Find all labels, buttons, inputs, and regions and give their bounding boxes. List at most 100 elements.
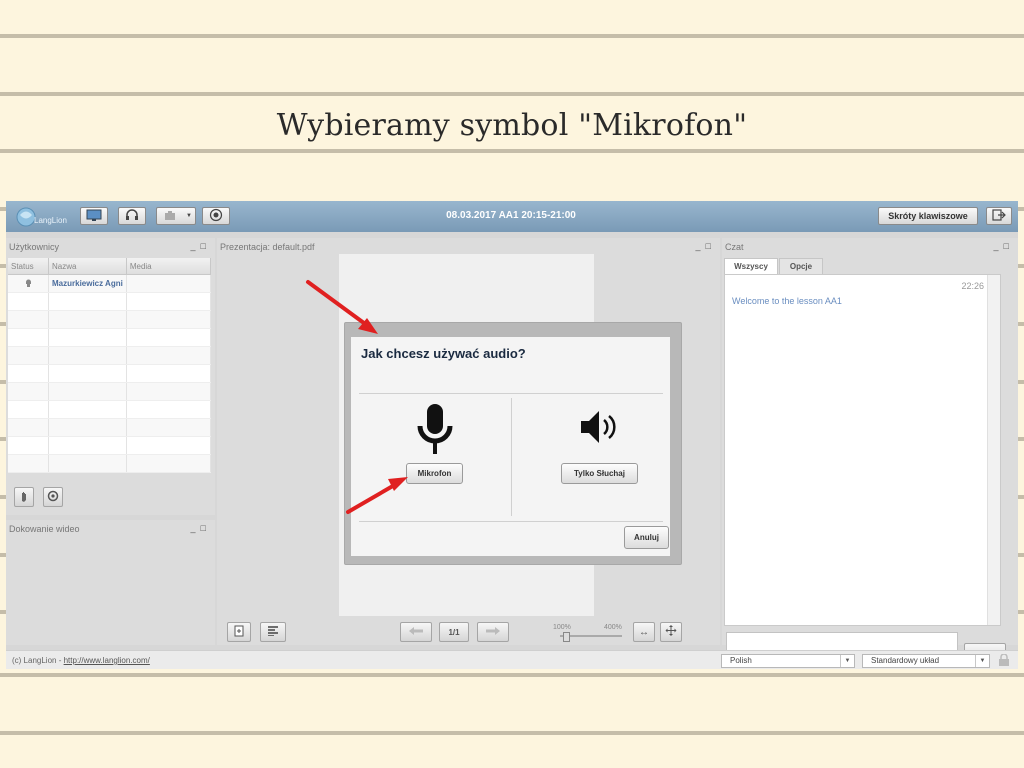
app-window: LangLion ▼ 08.03.2017 AA1 20:15-21:00 Sk…	[6, 201, 1018, 669]
audio-dialog: Jak chcesz używać audio? Mikrofon Tylko …	[344, 322, 682, 565]
prev-page-button[interactable]	[400, 622, 432, 642]
user-name: Mazurkiewicz Agni	[48, 274, 127, 293]
microphone-icon	[415, 402, 455, 458]
gear-icon	[47, 490, 59, 504]
divider	[511, 398, 512, 516]
table-row	[8, 292, 212, 311]
users-table-header: Status Nazwa Media	[8, 258, 212, 275]
slide-title: Wybieramy symbol "Mikrofon"	[276, 108, 748, 143]
webcam-dropdown-button[interactable]: ▼	[156, 207, 196, 225]
page-indicator: 1/1	[439, 622, 469, 642]
panel-window-controls[interactable]: _□	[696, 241, 716, 251]
user-status-icon	[24, 279, 33, 289]
copyright-text: (c) LangLion - http://www.langlion.com/	[12, 656, 150, 665]
monitor-icon	[86, 209, 102, 223]
panel-window-controls[interactable]: _□	[191, 241, 211, 251]
video-dock-panel: Dokowanie wideo _□	[6, 520, 215, 645]
record-icon	[209, 208, 223, 224]
copyright-label: (c) LangLion -	[12, 656, 64, 665]
chevron-down-icon: ▼	[975, 655, 989, 667]
pan-button[interactable]	[660, 622, 682, 642]
chat-scrollbar[interactable]	[987, 275, 1000, 625]
panel-window-controls[interactable]: _□	[994, 241, 1014, 251]
page-list-button[interactable]	[260, 622, 286, 642]
fit-width-button[interactable]: ↔	[633, 622, 655, 642]
record-button[interactable]	[202, 207, 230, 225]
notebook-line	[0, 34, 1024, 38]
chat-message: Welcome to the lesson AA1	[732, 296, 842, 306]
table-row	[8, 418, 212, 437]
speaker-icon	[579, 407, 619, 449]
chat-messages: 22:26 Welcome to the lesson AA1	[724, 274, 1001, 626]
table-row	[8, 310, 212, 329]
chevron-down-icon: ▼	[186, 213, 192, 219]
website-link[interactable]: http://www.langlion.com/	[64, 656, 150, 665]
microphone-button[interactable]: Mikrofon	[406, 463, 463, 484]
users-panel-title: Użytkownicy	[9, 242, 60, 252]
chat-header: Czat _□	[722, 238, 1018, 256]
table-row	[8, 436, 212, 455]
divider	[359, 393, 663, 394]
audio-dialog-body: Jak chcesz używać audio? Mikrofon Tylko …	[351, 337, 670, 556]
column-header-name[interactable]: Nazwa	[48, 258, 127, 275]
move-icon	[665, 625, 677, 639]
notebook-line	[0, 731, 1024, 735]
table-row	[8, 454, 212, 473]
notebook-line	[0, 673, 1024, 677]
camera-icon	[163, 209, 177, 223]
headset-button[interactable]	[118, 207, 146, 225]
layout-value: Standardowy układ	[871, 656, 940, 665]
arrow-left-icon	[408, 626, 424, 638]
column-header-status[interactable]: Status	[8, 258, 49, 275]
chevron-down-icon: ▼	[840, 655, 854, 667]
raise-hand-button[interactable]	[14, 487, 34, 507]
table-row	[8, 328, 212, 347]
status-bar: (c) LangLion - http://www.langlion.com/ …	[6, 650, 1018, 669]
divider	[359, 521, 663, 522]
fit-width-icon: ↔	[639, 626, 649, 638]
layout-select[interactable]: Standardowy układ ▼	[862, 654, 990, 668]
table-row	[8, 400, 212, 419]
lock-icon	[998, 653, 1010, 669]
chat-panel: Czat _□ Wszyscy Opcje 22:26 Welcome to t…	[722, 238, 1018, 669]
next-page-button[interactable]	[477, 622, 509, 642]
logout-button[interactable]	[986, 207, 1012, 225]
keyboard-shortcuts-button[interactable]: Skróty klawiszowe	[878, 207, 978, 225]
users-panel: Użytkownicy _□ Status Nazwa Media Mazurk…	[6, 238, 215, 515]
align-left-icon	[267, 626, 279, 638]
arrow-right-icon	[485, 626, 501, 638]
panel-window-controls[interactable]: _□	[191, 523, 211, 533]
video-dock-header: Dokowanie wideo _□	[6, 520, 215, 538]
zoom-slider[interactable]	[560, 632, 622, 642]
document-icon	[233, 625, 245, 639]
chat-title: Czat	[725, 242, 744, 252]
audio-dialog-question: Jak chcesz używać audio?	[361, 346, 526, 361]
upload-document-button[interactable]	[227, 622, 251, 642]
language-select[interactable]: Polish ▼	[721, 654, 855, 668]
langlion-logo: LangLion	[14, 204, 70, 230]
table-row	[8, 382, 212, 401]
notebook-line	[0, 149, 1024, 153]
chat-timestamp: 22:26	[961, 281, 984, 291]
listen-only-button[interactable]: Tylko Słuchaj	[561, 463, 638, 484]
notebook-line	[0, 92, 1024, 96]
top-toolbar: LangLion ▼ 08.03.2017 AA1 20:15-21:00 Sk…	[6, 201, 1018, 232]
users-panel-header: Użytkownicy _□	[6, 238, 215, 256]
logout-icon	[992, 209, 1006, 223]
zoom-min-label: 100%	[553, 624, 571, 631]
zoom-max-label: 400%	[604, 624, 622, 631]
presentation-title: Prezentacja: default.pdf	[220, 242, 315, 252]
presentation-mode-button[interactable]	[80, 207, 108, 225]
cancel-button[interactable]: Anuluj	[624, 526, 669, 549]
video-dock-title: Dokowanie wideo	[9, 524, 80, 534]
tab-options[interactable]: Opcje	[779, 258, 823, 274]
table-row[interactable]: Mazurkiewicz Agni	[8, 274, 212, 293]
user-settings-button[interactable]	[43, 487, 63, 507]
zoom-slider-thumb[interactable]	[563, 632, 570, 642]
column-header-media[interactable]: Media	[126, 258, 212, 275]
hand-icon	[19, 491, 29, 504]
headphones-icon	[125, 209, 139, 223]
session-title: 08.03.2017 AA1 20:15-21:00	[446, 210, 576, 221]
tab-everyone[interactable]: Wszyscy	[724, 258, 778, 274]
logo-text: LangLion	[34, 216, 67, 225]
